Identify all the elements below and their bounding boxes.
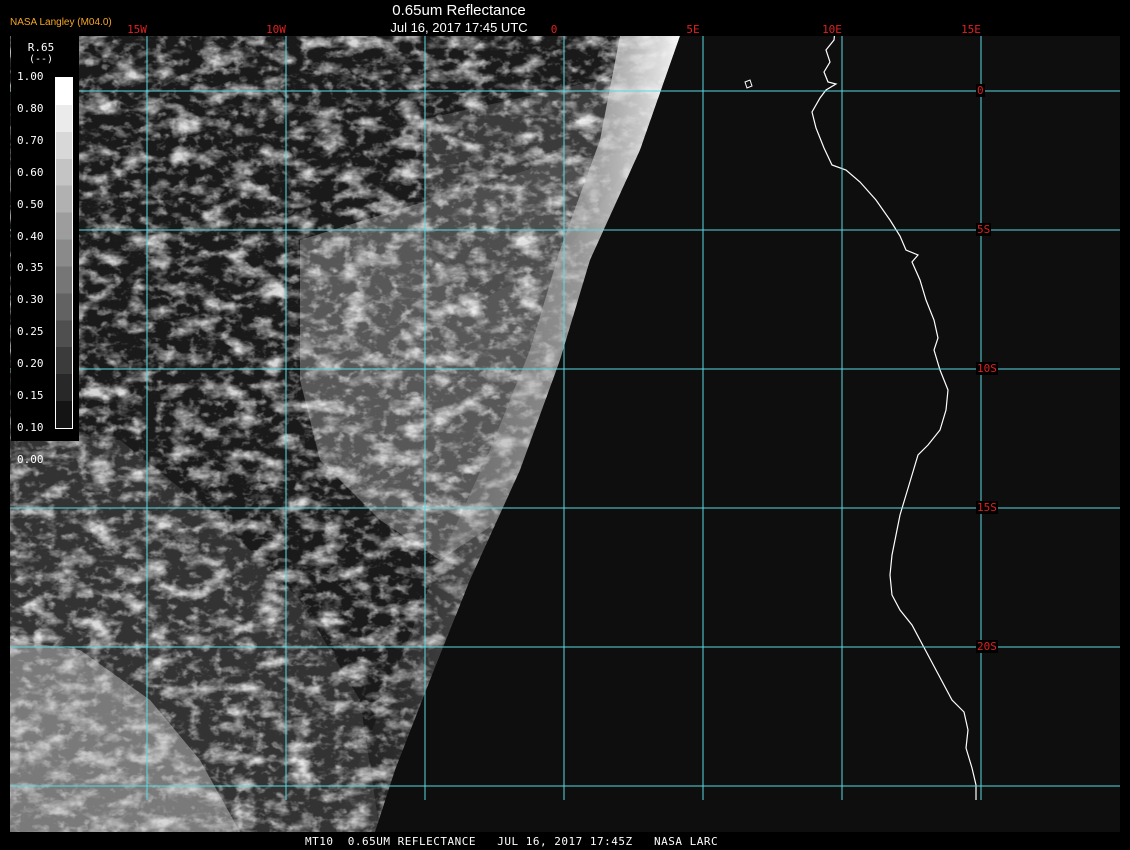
satellite-map xyxy=(10,4,1120,832)
legend-tick-label: 0.00 xyxy=(17,452,44,466)
legend-unit: (--) xyxy=(28,54,54,65)
longitude-label: 10W xyxy=(266,23,286,36)
legend-tick-label: 0.50 xyxy=(17,197,44,211)
longitude-label: 0 xyxy=(550,23,558,36)
legend-tick-label: 0.15 xyxy=(17,389,44,402)
longitude-label: 15E xyxy=(961,23,981,36)
longitude-label: 5E xyxy=(686,23,700,36)
legend-tick-label: 1.00 xyxy=(17,70,44,83)
legend-tick-label: 0.10 xyxy=(17,420,44,434)
legend-tick-label: 0.35 xyxy=(17,261,44,275)
legend-tick-label: 0.80 xyxy=(17,101,44,115)
legend-colorbar xyxy=(55,77,73,429)
latitude-label: 15S xyxy=(976,501,998,514)
legend-tick-label: 0.30 xyxy=(17,293,44,307)
longitude-label: 15W xyxy=(127,23,147,36)
map-title: 0.65um Reflectance xyxy=(392,2,526,19)
legend-tick-label: 0.70 xyxy=(17,133,44,147)
credit-label: NASA Langley (M04.0) xyxy=(10,17,112,28)
legend-tick-label: 0.20 xyxy=(17,357,44,371)
legend-tick-label: 0.25 xyxy=(17,325,44,339)
colorbar-legend: R.65 (--) 1.00 0.80 0.70 0.60 0.50 0.40 0.35 0.… xyxy=(11,36,79,466)
latitude-label: 10S xyxy=(976,362,998,375)
footer-caption: MT10 0.65UM REFLECTANCE JUL 16, 2017 17:… xyxy=(305,835,719,848)
longitude-label: 10E xyxy=(822,23,842,36)
footer-bar: MT10 0.65UM REFLECTANCE JUL 16, 2017 17:… xyxy=(0,833,1130,850)
legend-tick-label: 0.40 xyxy=(17,229,44,243)
legend-title: R.65 xyxy=(27,41,55,54)
latitude-label: 0 xyxy=(976,84,985,97)
latitude-label: 5S xyxy=(976,223,992,236)
latitude-label: 20S xyxy=(976,640,998,653)
legend-tick-label: 0.60 xyxy=(17,165,44,179)
